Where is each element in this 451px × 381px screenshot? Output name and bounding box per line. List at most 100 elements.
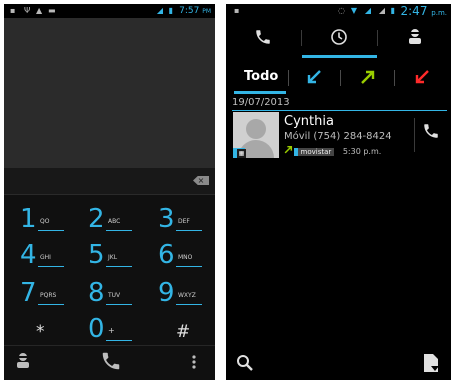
key-digit: 3 (158, 204, 175, 234)
key-letters: ABC (108, 218, 121, 225)
key-letters: WXYZ (178, 292, 196, 299)
tab-dialer[interactable] (226, 18, 301, 58)
key-digit: 7 (20, 278, 37, 308)
dial-key-9[interactable]: 9 WXYZ (158, 278, 215, 314)
key-digit: 2 (88, 204, 105, 234)
signal-icon: ◢ (156, 6, 163, 15)
status-bar: ▪ ◌ ▼ ◢ ◢ ▮ 2:47 p.m. (226, 4, 451, 18)
signal-icon: ◢ (364, 6, 371, 15)
delete-row: × (4, 168, 215, 195)
contact-avatar[interactable]: ▦ (233, 112, 279, 158)
usb-icon: Ψ (24, 6, 31, 15)
key-symbol: # (176, 322, 191, 342)
key-underline (106, 230, 132, 231)
dial-key-8[interactable]: 8 TUV (88, 278, 150, 314)
key-underline (176, 266, 202, 267)
clock-icon (330, 28, 348, 50)
carrier-badge: movistar (293, 148, 335, 156)
key-underline (38, 304, 64, 305)
filter-divider (394, 70, 395, 86)
dialer-screen: ▪ Ψ ▲ ▬ ◢ ▮ 7:57 PM × 1 QO 2 ABC 3 DEF 4 (4, 4, 215, 380)
key-letters: DEF (178, 218, 190, 225)
missed-call-icon (414, 69, 430, 89)
date-header: 19/07/2013 (232, 96, 447, 111)
key-letters: TUV (108, 292, 121, 299)
backspace-icon[interactable]: × (193, 176, 209, 185)
main-tabs (226, 18, 451, 58)
key-underline (106, 340, 132, 341)
dial-pad: 1 QO 2 ABC 3 DEF 4 GHI 5 JKL 6 MNO 7 PQR… (4, 196, 215, 346)
call-filter-bar: Todo (226, 60, 451, 94)
incoming-call-icon (306, 69, 322, 89)
search-icon[interactable] (236, 354, 254, 376)
filter-divider (340, 70, 341, 86)
status-time: 7:57 PM (179, 6, 211, 16)
key-digit: 9 (158, 278, 175, 308)
dial-key-7[interactable]: 7 PQRS (20, 278, 82, 314)
call-meta: movistar 5:30 p.m. (284, 145, 381, 156)
key-digit: 0 (88, 314, 105, 344)
key-underline (106, 304, 132, 305)
call-divider (414, 118, 415, 152)
filter-outgoing[interactable] (342, 60, 394, 94)
key-letters: GHI (40, 254, 51, 261)
key-digit: 6 (158, 240, 175, 270)
contacts-icon (408, 28, 422, 48)
key-underline (176, 230, 202, 231)
filter-selected-indicator (234, 91, 286, 94)
sync-icon: ◌ (338, 6, 345, 15)
tab-call-log[interactable] (302, 18, 377, 58)
key-digit: 4 (20, 240, 37, 270)
dial-key-5[interactable]: 5 JKL (88, 240, 150, 276)
key-underline (38, 230, 64, 231)
contact-number: Móvil (754) 284-8424 (284, 131, 392, 142)
key-letters: MNO (178, 254, 193, 261)
battery-icon: ▮ (168, 6, 173, 15)
key-letters: QO (40, 218, 50, 225)
avatar-head (246, 119, 266, 139)
tab-contacts[interactable] (378, 18, 451, 58)
wifi-icon: ▼ (350, 6, 357, 15)
dial-key-3[interactable]: 3 DEF (158, 204, 215, 240)
contact-name: Cynthia (284, 114, 334, 129)
filter-divider (288, 70, 289, 86)
dial-key-4[interactable]: 4 GHI (20, 240, 82, 276)
filter-icon[interactable] (422, 353, 440, 377)
key-underline (38, 266, 64, 267)
call-log-screen: ▪ ◌ ▼ ◢ ◢ ▮ 2:47 p.m. Todo 19/07/2013 ▦ … (226, 4, 451, 380)
phone-icon[interactable] (100, 350, 122, 376)
battery-icon: ▮ (390, 6, 395, 15)
key-underline (176, 304, 202, 305)
filter-missed[interactable] (396, 60, 451, 94)
key-underline (106, 266, 132, 267)
call-log-entry[interactable]: ▦ Cynthia Móvil (754) 284-8424 movistar … (230, 112, 451, 158)
phone-icon (254, 28, 272, 50)
message-icon: ▬ (48, 6, 56, 15)
overflow-menu-icon[interactable] (192, 354, 196, 373)
dial-key-2[interactable]: 2 ABC (88, 204, 150, 240)
dialer-action-bar (4, 345, 215, 380)
dial-key-6[interactable]: 6 MNO (158, 240, 215, 276)
status-time: 2:47 p.m. (400, 4, 448, 18)
key-digit: 8 (88, 278, 105, 308)
call-time: 5:30 p.m. (342, 147, 382, 156)
key-digit: 1 (20, 204, 37, 234)
key-digit: 5 (88, 240, 105, 270)
key-letters: PQRS (40, 292, 57, 299)
notification-icon: ▪ (10, 6, 16, 15)
dialed-number-field[interactable] (4, 18, 215, 168)
signal-2-icon: ◢ (378, 6, 385, 15)
call-back-button[interactable] (422, 122, 440, 144)
key-symbol: * (36, 322, 45, 342)
dial-key-1[interactable]: 1 QO (20, 204, 82, 240)
key-letters: JKL (108, 254, 118, 261)
key-letters: + (108, 326, 115, 335)
filter-all-label: Todo (244, 69, 279, 84)
warning-icon: ▲ (36, 6, 43, 15)
notification-icon: ▪ (234, 6, 240, 15)
filter-incoming[interactable] (290, 60, 340, 94)
filter-all[interactable]: Todo (226, 60, 286, 94)
phone-icon (422, 124, 440, 144)
outgoing-call-icon (360, 69, 376, 89)
contacts-icon[interactable] (16, 352, 30, 372)
